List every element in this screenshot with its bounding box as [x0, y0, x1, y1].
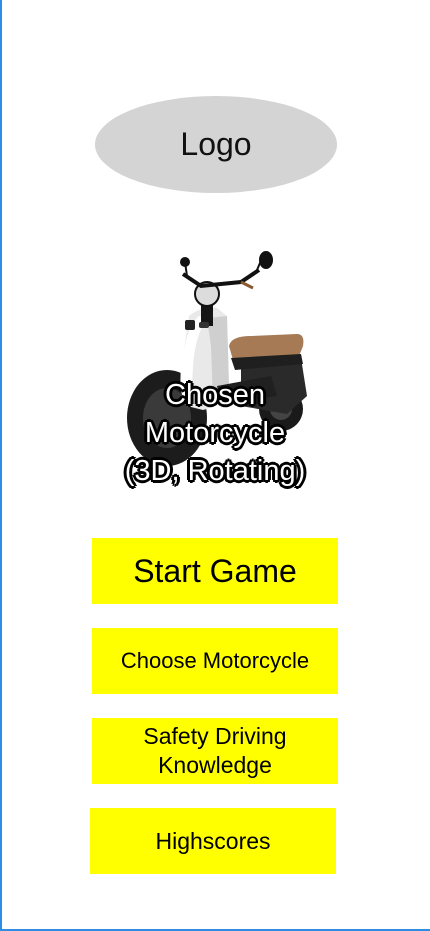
choose-motorcycle-button[interactable]: Choose Motorcycle — [92, 628, 338, 694]
safety-driving-knowledge-button[interactable]: Safety Driving Knowledge — [92, 718, 338, 784]
logo-placeholder: Logo — [95, 96, 337, 193]
logo-label: Logo — [180, 126, 252, 162]
motorcycle-preview: Chosen Motorcycle (3D, Rotating) — [91, 246, 339, 492]
highscores-button[interactable]: Highscores — [90, 808, 336, 874]
start-game-button[interactable]: Start Game — [92, 538, 338, 604]
motorcycle-caption: Chosen Motorcycle (3D, Rotating) — [124, 379, 306, 487]
frame-border-left — [0, 0, 2, 931]
